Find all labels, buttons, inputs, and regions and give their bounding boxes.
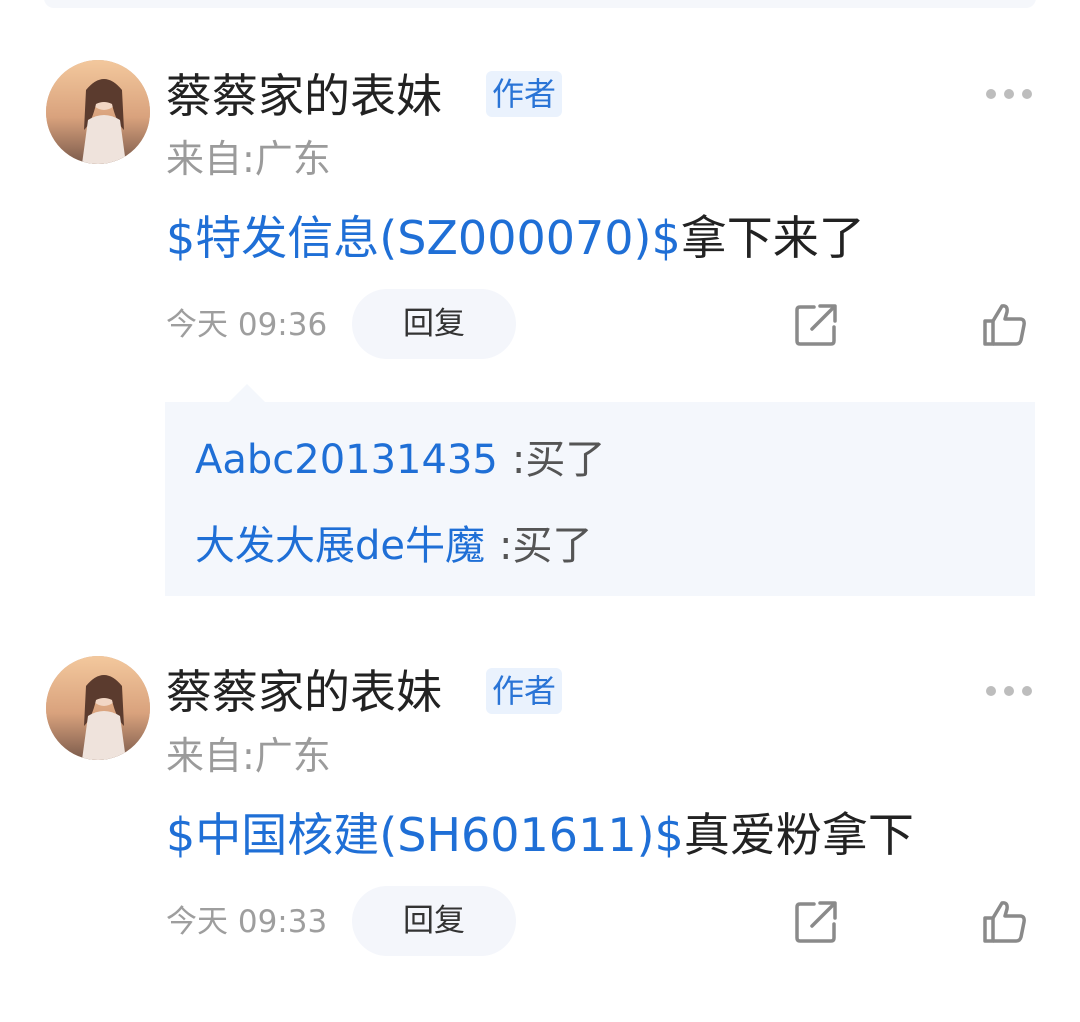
author-badge: 作者 xyxy=(486,71,563,117)
replies-panel: Aabc20131435:买了 大发大展de牛魔:买了 xyxy=(165,384,1035,596)
comment-content: $中国核建(SH601611)$真爱粉拿下 xyxy=(166,806,914,864)
location-text: 来自:广东 xyxy=(166,137,331,181)
author-badge: 作者 xyxy=(486,668,563,714)
share-icon[interactable] xyxy=(792,301,840,349)
avatar[interactable] xyxy=(46,60,150,164)
timestamp: 今天 09:33 xyxy=(166,904,328,940)
comment-text: 真爱粉拿下 xyxy=(683,808,914,862)
location-text: 来自:广东 xyxy=(166,734,331,778)
reply-text: 买了 xyxy=(525,437,606,483)
stock-link[interactable]: $中国核建(SH601611)$ xyxy=(166,808,684,862)
reply-separator: : xyxy=(511,437,526,483)
replies-caret xyxy=(229,384,265,402)
reply-separator: : xyxy=(499,523,513,569)
reply-button[interactable]: 回复 xyxy=(352,289,516,359)
share-icon[interactable] xyxy=(792,898,840,946)
username[interactable]: 蔡蔡家的表妹 xyxy=(166,664,442,720)
thumbs-up-icon[interactable] xyxy=(980,898,1028,946)
reply-text: 买了 xyxy=(512,523,593,569)
more-dots-icon[interactable] xyxy=(986,87,1034,101)
reply-username[interactable]: 大发大展de牛魔 xyxy=(195,523,485,569)
reply-username[interactable]: Aabc20131435 xyxy=(195,437,498,483)
username[interactable]: 蔡蔡家的表妹 xyxy=(166,68,442,124)
more-dots-icon[interactable] xyxy=(986,684,1034,698)
comment-text: 拿下来了 xyxy=(680,211,865,265)
reply-item[interactable]: Aabc20131435:买了 xyxy=(195,435,605,485)
timestamp: 今天 09:36 xyxy=(166,307,328,343)
comment-content: $特发信息(SZ000070)$拿下来了 xyxy=(166,209,865,267)
avatar-image xyxy=(46,656,150,760)
stock-link[interactable]: $特发信息(SZ000070)$ xyxy=(166,211,681,265)
avatar[interactable] xyxy=(46,656,150,760)
thumbs-up-icon[interactable] xyxy=(980,301,1028,349)
avatar-image xyxy=(46,60,150,164)
previous-card-edge xyxy=(44,0,1036,8)
reply-item[interactable]: 大发大展de牛魔:买了 xyxy=(195,521,592,571)
reply-button[interactable]: 回复 xyxy=(352,886,516,956)
